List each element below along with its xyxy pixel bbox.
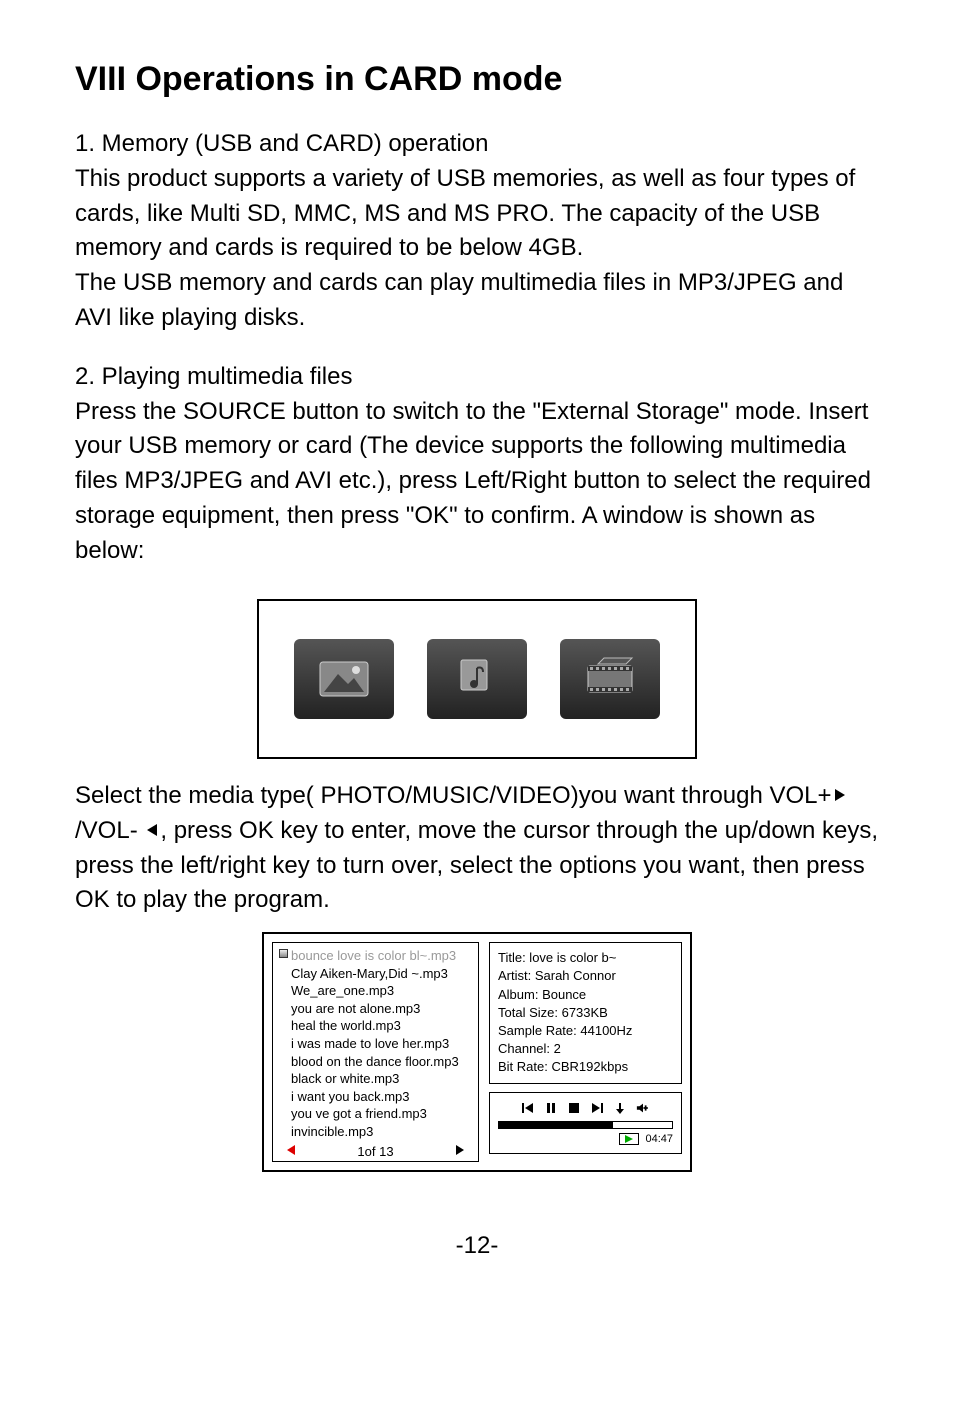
list-item[interactable]: blood on the dance floor.mp3	[291, 1053, 459, 1071]
media-type-figure	[257, 599, 697, 759]
photo-icon	[314, 654, 374, 704]
pager-prev-icon[interactable]	[285, 1144, 297, 1159]
video-icon	[580, 654, 640, 704]
info-channel: Channel: 2	[498, 1040, 673, 1058]
photo-thumb	[294, 639, 394, 719]
info-size: Total Size: 6733KB	[498, 1004, 673, 1022]
pager-next-icon[interactable]	[454, 1144, 466, 1159]
music-thumb	[427, 639, 527, 719]
list-item[interactable]: black or white.mp3	[291, 1070, 459, 1088]
volume-up-icon[interactable]	[636, 1101, 650, 1115]
play-mini-icon[interactable]	[619, 1133, 639, 1145]
page-heading: VIII Operations in CARD mode	[75, 60, 879, 99]
list-item[interactable]: i want you back.mp3	[291, 1088, 459, 1106]
list-item[interactable]: We_are_one.mp3	[291, 982, 459, 1000]
section1-p1: This product supports a variety of USB m…	[75, 162, 879, 266]
info-artist: Artist: Sarah Connor	[498, 967, 673, 985]
list-item[interactable]: bounce love is color bl~.mp3	[291, 947, 459, 965]
track-info-panel: Title: love is color b~ Artist: Sarah Co…	[489, 942, 682, 1083]
media-text-post: , press OK key to enter, move the cursor…	[75, 817, 878, 914]
pager-label: 1of 13	[357, 1144, 393, 1159]
section2-title: 2. Playing multimedia files	[75, 360, 879, 395]
progress-bar[interactable]	[498, 1121, 673, 1129]
file-list: bounce love is color bl~.mp3 Clay Aiken-…	[291, 947, 459, 1140]
section1-title: 1. Memory (USB and CARD) operation	[75, 127, 879, 162]
playback-controls-panel: 04:47	[489, 1092, 682, 1154]
media-text-pre: Select the media type( PHOTO/MUSIC/VIDEO…	[75, 782, 832, 809]
music-icon	[447, 654, 507, 704]
list-item[interactable]: you are not alone.mp3	[291, 1000, 459, 1018]
skip-next-icon[interactable]	[590, 1101, 604, 1115]
list-item[interactable]: i was made to love her.mp3	[291, 1035, 459, 1053]
pause-icon[interactable]	[544, 1101, 558, 1115]
player-figure: bounce love is color bl~.mp3 Clay Aiken-…	[262, 932, 692, 1172]
left-triangle-icon	[144, 814, 160, 849]
stop-icon[interactable]	[567, 1101, 581, 1115]
section2-p1: Press the SOURCE button to switch to the…	[75, 395, 879, 569]
file-list-panel: bounce love is color bl~.mp3 Clay Aiken-…	[272, 942, 479, 1162]
info-album: Album: Bounce	[498, 986, 673, 1004]
selection-marker-icon	[279, 949, 288, 958]
list-item[interactable]: heal the world.mp3	[291, 1017, 459, 1035]
list-item[interactable]: invincible.mp3	[291, 1123, 459, 1141]
down-arrow-icon[interactable]	[613, 1101, 627, 1115]
skip-prev-icon[interactable]	[521, 1101, 535, 1115]
time-label: 04:47	[645, 1133, 673, 1145]
video-thumb	[560, 639, 660, 719]
media-select-paragraph: Select the media type( PHOTO/MUSIC/VIDEO…	[75, 779, 879, 919]
right-triangle-icon	[832, 779, 848, 814]
media-text-mid: /VOL-	[75, 817, 144, 844]
page-number: -12-	[75, 1232, 879, 1260]
section1-p2: The USB memory and cards can play multim…	[75, 266, 879, 336]
list-item[interactable]: Clay Aiken-Mary,Did ~.mp3	[291, 965, 459, 983]
list-item[interactable]: you ve got a friend.mp3	[291, 1105, 459, 1123]
progress-fill	[499, 1122, 613, 1128]
info-sample: Sample Rate: 44100Hz	[498, 1022, 673, 1040]
info-bitrate: Bit Rate: CBR192kbps	[498, 1058, 673, 1076]
info-title: Title: love is color b~	[498, 949, 673, 967]
